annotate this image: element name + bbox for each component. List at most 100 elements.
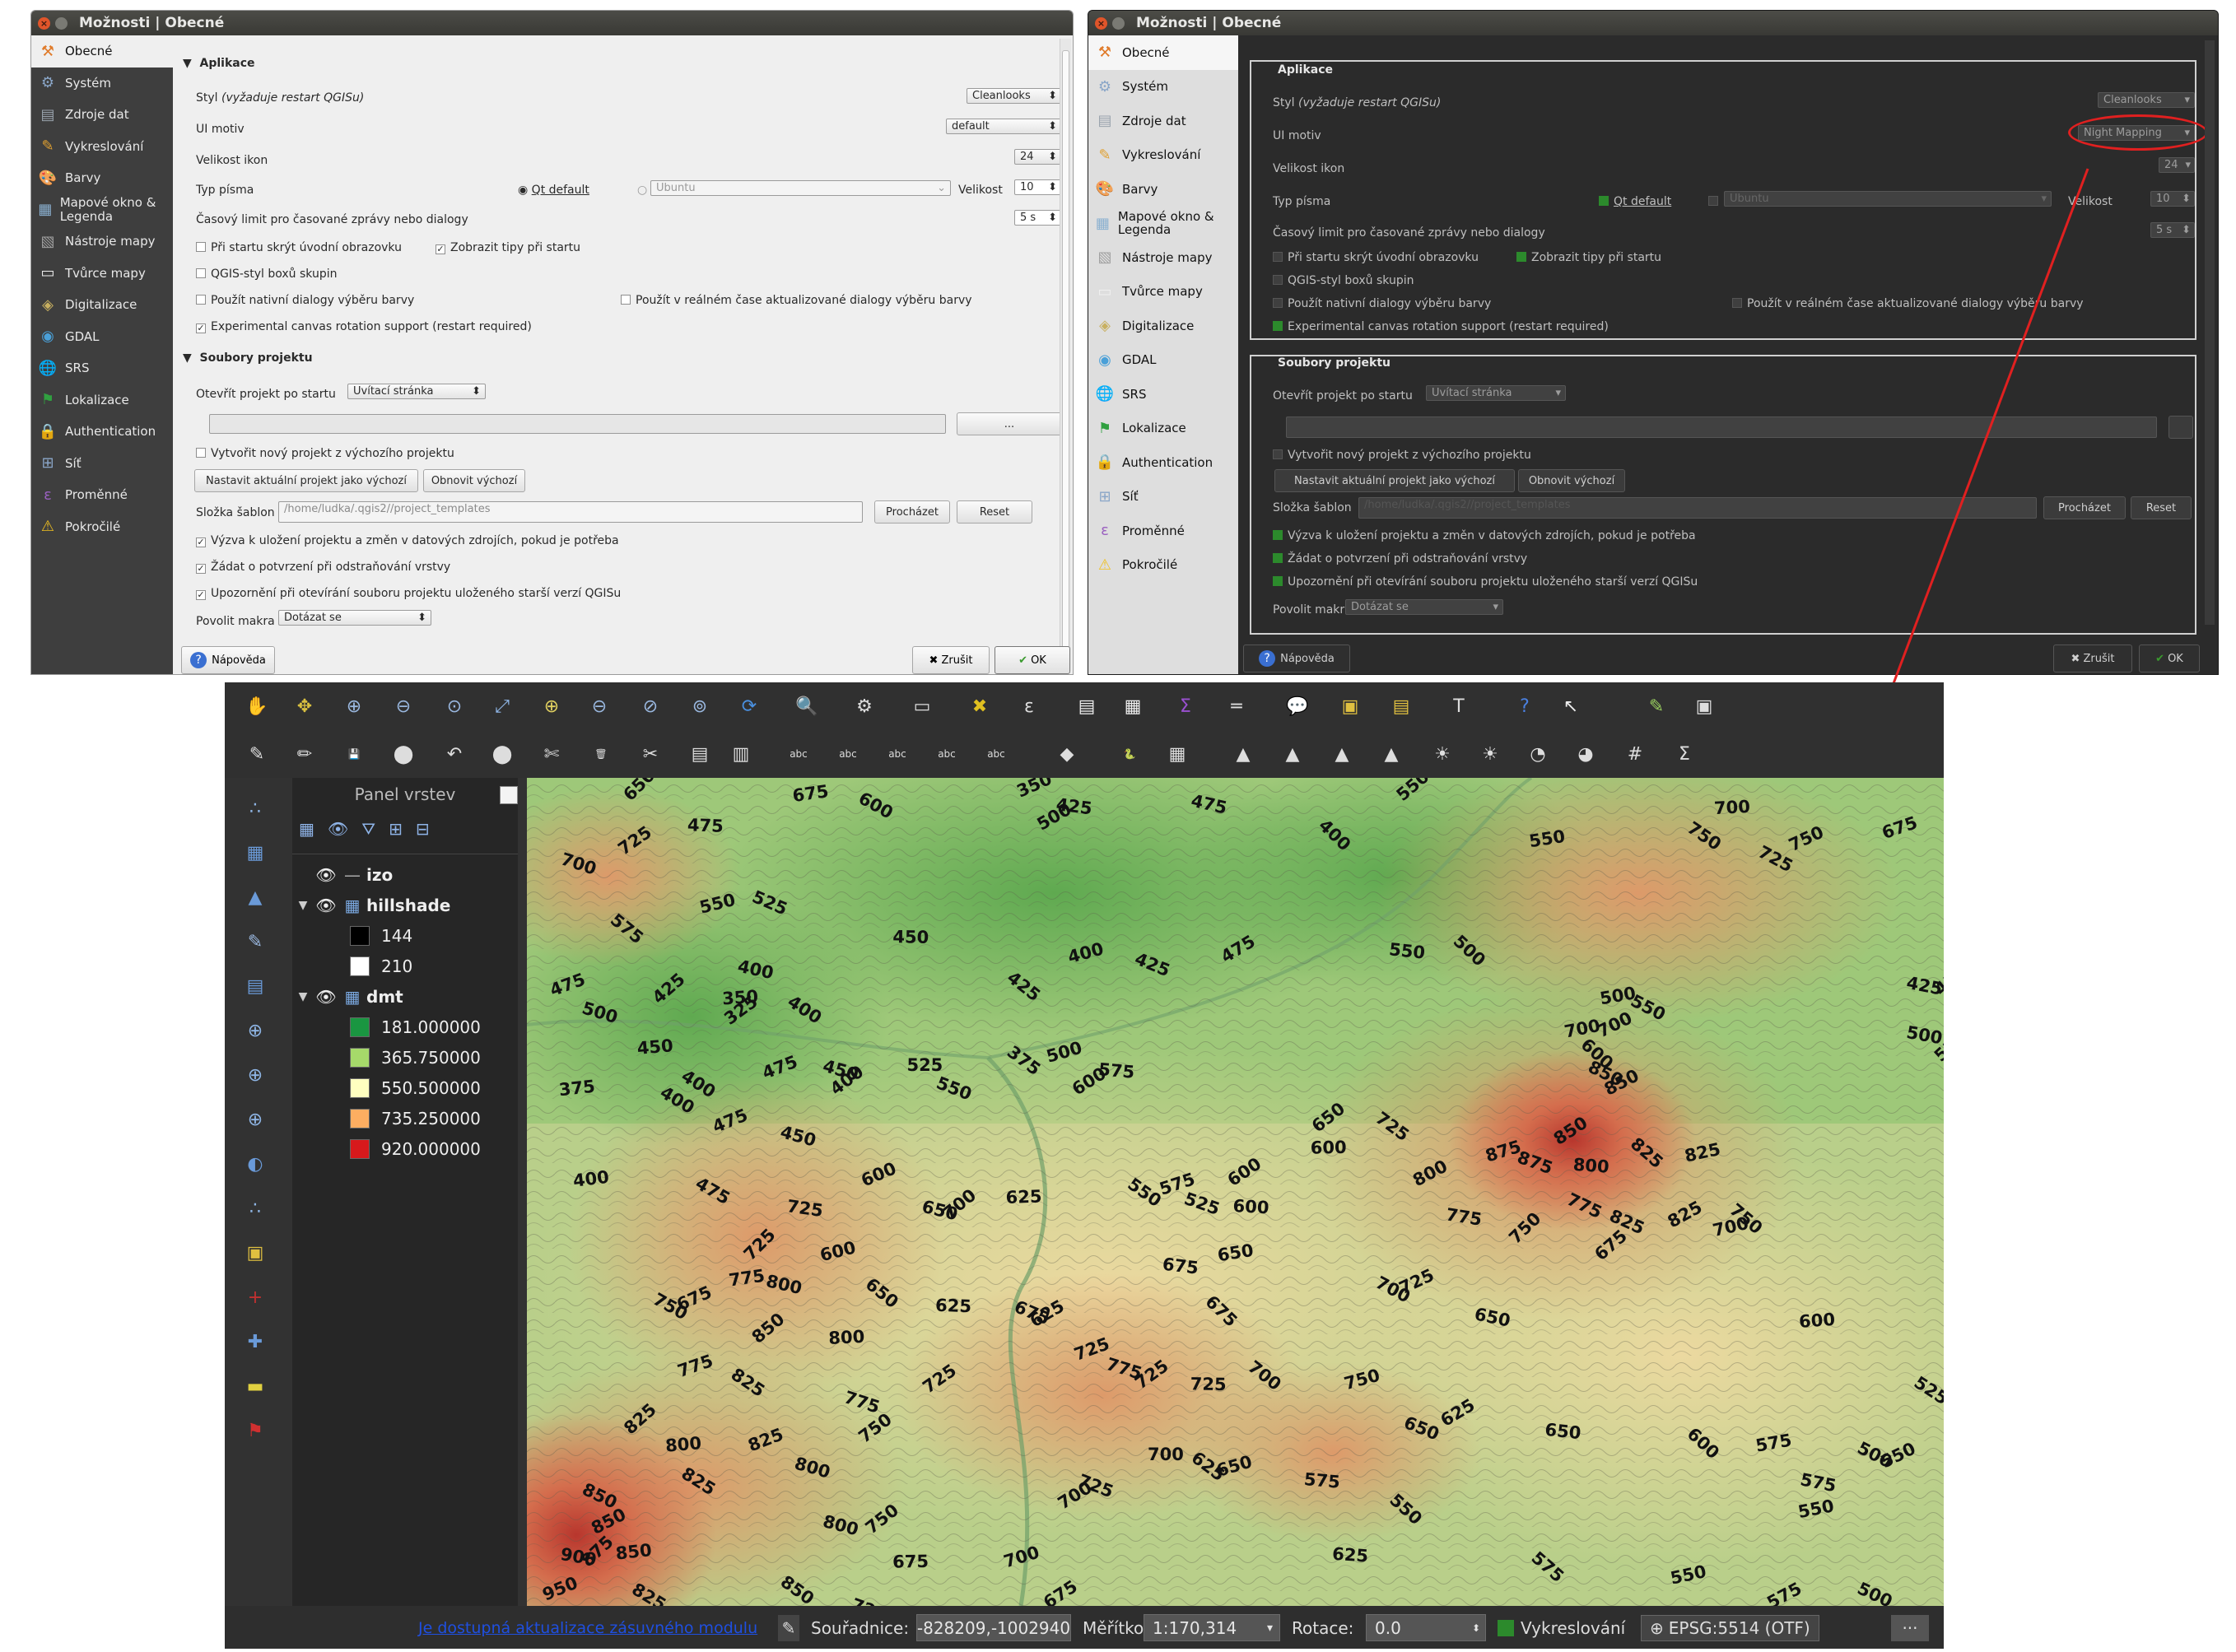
toolbar-tool-icon[interactable]: ↖ [1557,692,1585,720]
toolbar-tool-icon[interactable]: 🐍 [1116,740,1144,768]
toolbar-tool-icon[interactable]: ⚙ [850,692,878,720]
toolbar-tool-icon[interactable]: ▤ [1387,692,1415,720]
toolbar-tool-icon[interactable]: ▭ [908,692,936,720]
collapse-all-icon[interactable]: ⊟ [416,819,430,839]
toolbar-tool-icon[interactable]: ▲ [1279,740,1307,768]
toolbar-tool-icon[interactable]: ⊖ [585,692,613,720]
toolbar-tool-icon[interactable]: ⊘ [636,692,664,720]
contour-label: 600 [1232,1196,1269,1217]
message-log-icon[interactable]: ✎ [778,1615,799,1641]
toolbar-tool-icon[interactable]: ✂ [636,740,664,768]
toolbar-tool-icon[interactable]: ⊕ [538,692,566,720]
layer-izo[interactable]: 👁 — izo [292,859,518,890]
toolbar-tool-icon[interactable]: ☀ [1428,740,1456,768]
toolbar-tool-icon[interactable]: ⟳ [735,692,763,720]
add-layer-icon[interactable]: ∴ [241,1194,269,1222]
rotation-spin[interactable]: 0.0 ⬍ [1366,1614,1486,1641]
expand-all-icon[interactable]: ⊞ [389,819,403,839]
toolbar-tool-icon[interactable]: abc [883,740,911,768]
toolbar-tool-icon[interactable]: Σ [1172,692,1200,720]
toolbar-tool-icon[interactable]: Σ [1670,740,1698,768]
add-layer-icon[interactable]: ⊕ [241,1061,269,1089]
filter-icon[interactable]: ⛛ [361,819,375,839]
toolbar-tool-icon[interactable]: ⊕ [340,692,368,720]
toolbar-tool-icon[interactable]: ◔ [1524,740,1552,768]
toolbar-tool-icon[interactable]: ✖ [966,692,994,720]
toolbar-tool-icon[interactable]: ✥ [291,692,319,720]
toolbar-tool-icon[interactable]: ▣ [1690,692,1718,720]
toolbar-tool-icon[interactable]: ✏ [291,740,319,768]
layer-hillshade[interactable]: ▼ 👁 ▦ hillshade [292,890,518,920]
add-layer-icon[interactable]: ▤ [241,972,269,1000]
add-layer-icon[interactable]: ✎ [241,928,269,956]
toolbar-tool-icon[interactable]: ▲ [1229,740,1257,768]
toolbar-tool-icon[interactable]: ▥ [727,740,755,768]
toolbar-tool-icon[interactable]: 💬 [1283,692,1311,720]
add-group-icon[interactable]: ▦ [299,819,314,839]
add-layer-icon[interactable]: ∴ [241,794,269,822]
toolbar-tool-icon[interactable]: ✎ [1642,692,1670,720]
toolbar-tool-icon[interactable]: ▦ [1119,692,1147,720]
toolbar-tool-icon[interactable]: ⊙ [440,692,468,720]
add-layer-icon[interactable]: ⊕ [241,1105,269,1133]
toolbar-tool-icon[interactable]: ⬤ [488,740,516,768]
contour-label: 575 [1303,1469,1341,1492]
legend-label: 920.000000 [381,1138,481,1159]
coordinate-field[interactable]: -828209,-1002940 [916,1614,1071,1641]
add-layer-icon[interactable]: ⚑ [241,1417,269,1445]
toolbar-tool-icon[interactable]: ✋ [243,692,271,720]
add-layer-icon[interactable]: ▲ [241,883,269,911]
toolbar-tool-icon[interactable]: ? [1511,692,1539,720]
map-canvas[interactable]: 650 675 600 350 475 550 700 750 675 700 725 475 575 5… [527,778,1944,1606]
plugin-update-link[interactable]: Je dostupná aktualizace zásuvného modulu [418,1615,757,1641]
toolbar-tool-icon[interactable]: ⊖ [389,692,417,720]
toolbar-tool-icon[interactable]: ⬤ [389,740,417,768]
toolbar-tool-icon[interactable]: ▤ [1073,692,1101,720]
toolbar-tool-icon[interactable]: abc [933,740,961,768]
toolbar-tool-icon[interactable]: ✎ [243,740,271,768]
add-layer-icon[interactable]: ⊕ [241,1017,269,1045]
toolbar-tool-icon[interactable]: 🗑 [587,740,615,768]
visibility-eye-icon[interactable]: 👁 [314,896,338,915]
more-icon[interactable]: ··· [1891,1615,1929,1641]
add-layer-icon[interactable]: ▬ [241,1372,269,1400]
panel-close-icon[interactable] [500,786,518,804]
legend-label: 735.250000 [381,1108,481,1128]
toolbar-tool-icon[interactable]: ↶ [440,740,468,768]
toolbar-tool-icon[interactable]: ▦ [1163,740,1191,768]
visibility-eye-icon[interactable]: 👁 [314,865,338,885]
toolbar-tool-icon[interactable]: abc [785,740,813,768]
add-layer-icon[interactable]: + [241,1283,269,1311]
toolbar-tool-icon[interactable]: ⤢ [488,692,516,720]
expand-arrow-icon[interactable]: ▼ [292,990,314,1003]
toolbar-tool-icon[interactable]: ◆ [1053,740,1081,768]
add-layer-icon[interactable]: ▦ [241,839,269,867]
layer-dmt[interactable]: ▼ 👁 ▦ dmt [292,981,518,1012]
toolbar-tool-icon[interactable]: abc [834,740,862,768]
toolbar-tool-icon[interactable]: ✄ [538,740,566,768]
add-layer-icon[interactable]: ✚ [241,1328,269,1356]
crs-button[interactable]: ⊕ EPSG:5514 (OTF) [1641,1615,1819,1641]
add-layer-icon[interactable]: ◐ [241,1150,269,1178]
contour-label: 575 [1097,1059,1135,1082]
toolbar-tool-icon[interactable]: ▲ [1328,740,1356,768]
toolbar-tool-icon[interactable]: ε [1015,692,1043,720]
toolbar-tool-icon[interactable]: ▤ [686,740,714,768]
toolbar-tool-icon[interactable]: 🔍 [793,692,821,720]
toolbar-tool-icon[interactable]: # [1621,740,1649,768]
toolbar-tool-icon[interactable]: ☀ [1476,740,1504,768]
toolbar-tool-icon[interactable]: ▣ [1336,692,1364,720]
toolbar-tool-icon[interactable]: ▲ [1377,740,1405,768]
toolbar-tool-icon[interactable]: abc [982,740,1010,768]
render-checkbox[interactable]: Vykreslování [1498,1615,1625,1641]
scale-combo[interactable]: 1:170,314 ▾ [1144,1614,1280,1641]
manage-visibility-icon[interactable]: 👁 [328,819,348,839]
expand-arrow-icon[interactable]: ▼ [292,899,314,912]
toolbar-tool-icon[interactable]: ═ [1223,692,1251,720]
toolbar-tool-icon[interactable]: 💾 [340,740,368,768]
add-layer-icon[interactable]: ▣ [241,1239,269,1267]
toolbar-tool-icon[interactable]: T [1445,692,1473,720]
toolbar-tool-icon[interactable]: ◕ [1572,740,1600,768]
visibility-eye-icon[interactable]: 👁 [314,987,338,1007]
toolbar-tool-icon[interactable]: ⊚ [686,692,714,720]
